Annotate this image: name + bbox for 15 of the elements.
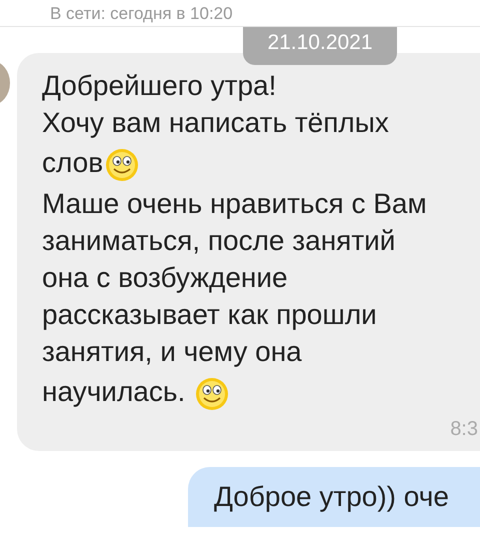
message-time: 8:3 [450, 418, 478, 441]
smiley-icon [195, 376, 230, 411]
message-line: Добрейшего утра! [42, 69, 276, 103]
reply-bubble: Доброе утро)) оче [188, 467, 480, 527]
message-line: рассказывает как прошли [42, 298, 377, 332]
online-status: В сети: сегодня в 10:20 [50, 4, 234, 24]
message-line: она с возбуждение [42, 261, 288, 295]
message-line: заниматься, после занятий [42, 224, 396, 258]
smiley-icon [105, 148, 140, 182]
message-line: занятия, и чему она [42, 335, 302, 369]
message-line: слов [42, 141, 140, 185]
date-badge: 21.10.2021 [243, 27, 397, 65]
message-line: Хочу вам написать тёплых [42, 106, 389, 140]
message-line: Маше очень нравиться с Вам [42, 187, 427, 221]
message-line: научилась. [42, 370, 230, 414]
